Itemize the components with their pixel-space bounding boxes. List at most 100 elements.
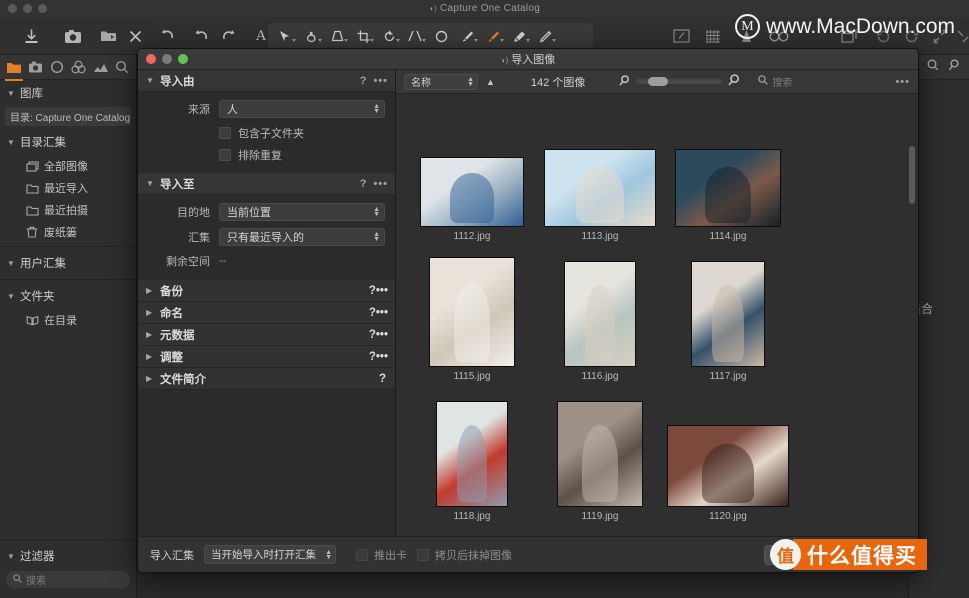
source-select[interactable]: 人 ▲ ▼ <box>219 100 385 118</box>
thumbnail-cell[interactable]: 1113.jpg <box>536 102 664 242</box>
thumbnail-image[interactable] <box>564 261 636 367</box>
adjustments-section-header[interactable]: ▶ 调整 ? ••• <box>138 346 395 368</box>
zoom-out-icon[interactable] <box>619 73 630 91</box>
sidebar-item-capture[interactable] <box>25 57 47 78</box>
rotate-tool[interactable] <box>376 25 402 47</box>
exclude-duplicates-row[interactable]: 排除重复 <box>219 147 385 163</box>
camera-icon[interactable] <box>62 25 84 47</box>
thumbnail-cell[interactable]: 1122.jpg <box>536 522 664 536</box>
sidebar-item-recent-captures[interactable]: 最近拍摄 <box>0 199 136 221</box>
thumbnail-image[interactable] <box>667 425 789 507</box>
library-section-header[interactable]: ▼ 图库 <box>0 80 136 106</box>
thumbnail-image[interactable] <box>420 157 524 227</box>
brush-tool[interactable] <box>454 25 480 47</box>
sidebar-item-recent-imports[interactable]: 最近导入 <box>0 177 136 199</box>
import-icon[interactable] <box>20 25 42 47</box>
file-info-section-header[interactable]: ▶ 文件简介 ? <box>138 368 395 390</box>
undo-icon[interactable] <box>190 25 212 47</box>
collection-select[interactable]: 只有最近导入的 ▲ ▼ <box>219 228 385 246</box>
import-collection-select[interactable]: 当开始导入时打开汇集 ▲ ▼ <box>204 545 336 564</box>
thumbnail-cell[interactable]: 1112.jpg <box>408 102 536 242</box>
thumbnail-cell[interactable]: 1117.jpg <box>664 242 792 382</box>
sidebar-item-library[interactable] <box>3 57 25 81</box>
undo-curve-icon[interactable] <box>157 25 179 47</box>
naming-section-header[interactable]: ▶ 命名 ? ••• <box>138 302 395 324</box>
cursor-tool[interactable] <box>272 25 298 47</box>
thumbnail-image[interactable] <box>429 257 515 367</box>
help-icon[interactable]: ? <box>369 307 376 319</box>
erase-mask-tool[interactable] <box>506 25 532 47</box>
thumbnail-cell[interactable]: 1121.jpg <box>408 522 536 536</box>
thumbnail-cell[interactable]: 1120.jpg <box>664 382 792 522</box>
spot-tool[interactable] <box>428 25 454 47</box>
sidebar-item-in-catalog[interactable]: 在目录 <box>0 309 136 331</box>
help-icon[interactable]: ? <box>369 351 376 363</box>
thumbnail-cell[interactable]: 1118.jpg <box>408 382 536 522</box>
catalog-name[interactable]: 目录: Capture One Catalog <box>5 107 131 126</box>
thumbnail-image[interactable] <box>675 149 781 227</box>
import-from-header[interactable]: ▼ 导入由 ? ••• <box>138 70 395 92</box>
import-to-header[interactable]: ▼ 导入至 ? ••• <box>138 173 395 195</box>
redo-icon[interactable] <box>217 25 239 47</box>
thumbnail-cell[interactable]: 1114.jpg <box>664 102 792 242</box>
sidebar-item-trash[interactable]: 废纸篓 <box>0 221 136 243</box>
thumbnail-cell[interactable]: 1119.jpg <box>536 382 664 522</box>
draw-mask-tool[interactable] <box>480 25 506 47</box>
sort-direction-icon[interactable]: ▲ <box>486 77 495 87</box>
grid-icon[interactable] <box>702 25 724 47</box>
adjustments-menu-icon[interactable]: ••• <box>376 351 388 363</box>
zoom-in-icon[interactable] <box>728 73 740 91</box>
crop-tool[interactable] <box>350 25 376 47</box>
import-to-menu-icon[interactable]: ••• <box>373 178 388 190</box>
pencil-tool[interactable] <box>532 25 558 47</box>
sidebar-item-color[interactable] <box>68 57 90 78</box>
thumbnail-cell[interactable]: 1116.jpg <box>536 242 664 382</box>
filter-search-input[interactable]: 搜索 <box>6 571 130 588</box>
erase-after-copy-row[interactable]: 拷贝后抹掉图像 <box>417 547 512 563</box>
help-icon[interactable]: ? <box>369 329 376 341</box>
naming-menu-icon[interactable]: ••• <box>376 307 388 319</box>
metadata-menu-icon[interactable]: ••• <box>376 329 388 341</box>
sidebar-item-lens[interactable] <box>46 57 68 78</box>
sort-select[interactable]: 名称 ▲ ▼ <box>404 73 478 90</box>
folders-header[interactable]: ▼ 文件夹 <box>0 283 136 309</box>
keystone-tool[interactable] <box>324 25 350 47</box>
browser-menu-icon[interactable]: ••• <box>895 76 910 88</box>
line-tool[interactable] <box>402 25 428 47</box>
include-subfolders-row[interactable]: 包含子文件夹 <box>219 125 385 141</box>
zoom-icon[interactable] <box>948 58 960 76</box>
exclude-duplicates-checkbox[interactable] <box>219 149 231 161</box>
filter-header[interactable]: ▼ 过滤器 <box>0 543 136 569</box>
help-icon[interactable]: ? <box>369 285 376 297</box>
zoom-slider-thumb[interactable] <box>648 77 669 86</box>
proof-icon[interactable] <box>670 25 692 47</box>
catalog-collections-header[interactable]: ▼ 目录汇集 <box>0 129 136 155</box>
metadata-section-header[interactable]: ▶ 元数据 ? ••• <box>138 324 395 346</box>
grid-scrollbar[interactable] <box>909 146 915 204</box>
eject-card-checkbox[interactable] <box>356 548 368 561</box>
thumbnail-image[interactable] <box>544 149 656 227</box>
user-collections-header[interactable]: ▼ 用户汇集 <box>0 250 136 276</box>
import-from-menu-icon[interactable]: ••• <box>373 75 388 87</box>
sidebar-item-all-images[interactable]: 全部图像 <box>0 155 136 177</box>
backup-menu-icon[interactable]: ••• <box>376 285 388 297</box>
thumbnail-image[interactable] <box>557 401 643 507</box>
browser-search-input[interactable]: 搜索 <box>758 74 887 89</box>
help-icon[interactable]: ? <box>360 178 367 190</box>
thumbnail-image[interactable] <box>436 401 508 507</box>
backup-section-header[interactable]: ▶ 备份 ? ••• <box>138 280 395 302</box>
eject-card-row[interactable]: 推出卡 <box>356 547 407 563</box>
delete-x-icon[interactable] <box>124 25 146 47</box>
pan-tool[interactable] <box>298 25 324 47</box>
search-icon[interactable] <box>927 58 939 76</box>
thumbnail-cell[interactable]: 1123.jpg <box>664 522 792 536</box>
thumbnail-cell[interactable]: 1115.jpg <box>408 242 536 382</box>
erase-after-copy-checkbox[interactable] <box>417 548 429 561</box>
thumbnail-image[interactable] <box>691 261 765 367</box>
sidebar-item-exposure[interactable] <box>90 57 112 78</box>
folder-move-icon[interactable] <box>97 25 119 47</box>
include-subfolders-checkbox[interactable] <box>219 127 231 139</box>
sidebar-item-details[interactable] <box>111 57 133 78</box>
help-icon[interactable]: ? <box>379 373 386 385</box>
help-icon[interactable]: ? <box>360 75 367 87</box>
